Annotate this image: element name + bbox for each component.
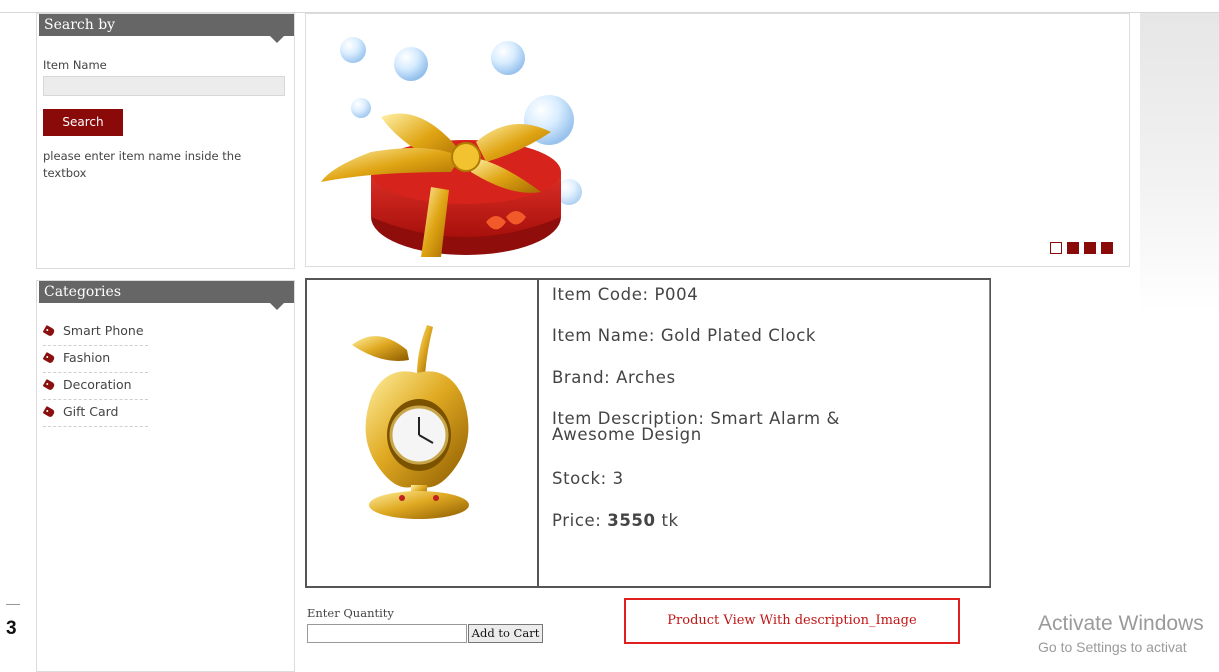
search-panel-header: Search by xyxy=(39,14,294,43)
activate-windows-title: Activate Windows xyxy=(1038,612,1204,635)
slider-dot-2[interactable] xyxy=(1067,242,1079,254)
tag-icon xyxy=(42,352,56,364)
price-label: Price: xyxy=(552,511,608,530)
item-description-line2: Awesome Design xyxy=(552,425,702,444)
item-name-input[interactable] xyxy=(43,76,285,96)
search-panel: Search by Item Name Search please enter … xyxy=(36,13,295,269)
category-item-fashion[interactable]: Fashion xyxy=(42,346,148,373)
gift-box-banner-image xyxy=(321,37,582,257)
category-label: Smart Phone xyxy=(63,323,144,338)
price: Price: 3550 tk xyxy=(552,511,679,530)
slider-dot-4[interactable] xyxy=(1101,242,1113,254)
banner-slider xyxy=(305,13,1130,267)
right-gradient xyxy=(1140,13,1219,313)
search-button[interactable]: Search xyxy=(43,109,123,136)
item-name: Item Name: Gold Plated Clock xyxy=(552,326,817,345)
quantity-label: Enter Quantity xyxy=(307,606,394,620)
activate-windows-subtitle: Go to Settings to activat xyxy=(1038,639,1187,655)
categories-panel-header: Categories xyxy=(39,281,294,310)
category-label: Decoration xyxy=(63,377,132,392)
page-number: 3 xyxy=(6,618,17,639)
table-edge xyxy=(989,280,990,586)
slider-dot-1[interactable] xyxy=(1050,242,1062,254)
categories-panel: Categories Smart Phone Fashion Decoratio… xyxy=(36,280,295,672)
stock: Stock: 3 xyxy=(552,469,624,488)
item-name-label: Item Name xyxy=(43,58,107,72)
price-value: 3550 xyxy=(607,511,656,530)
table-divider xyxy=(537,280,539,586)
add-to-cart-button[interactable]: Add to Cart xyxy=(468,624,543,643)
brand: Brand: Arches xyxy=(552,368,676,387)
category-item-gift-card[interactable]: Gift Card xyxy=(42,400,148,427)
category-label: Gift Card xyxy=(63,404,119,419)
item-code: Item Code: P004 xyxy=(552,285,699,304)
tag-icon xyxy=(42,325,56,337)
slider-dot-3[interactable] xyxy=(1084,242,1096,254)
product-detail-table: Item Code: P004 Item Name: Gold Plated C… xyxy=(305,278,991,588)
gold-clock-product-image xyxy=(352,325,469,519)
tag-icon xyxy=(42,379,56,391)
category-list: Smart Phone Fashion Decoration Gift Card xyxy=(42,319,153,427)
slider-pagination xyxy=(1050,242,1113,254)
category-item-smart-phone[interactable]: Smart Phone xyxy=(42,319,148,346)
page-number-rule xyxy=(6,604,20,605)
price-unit: tk xyxy=(655,511,679,530)
category-label: Fashion xyxy=(63,350,111,365)
search-hint: please enter item name inside the textbo… xyxy=(43,149,242,180)
figure-caption: Product View With description_Image xyxy=(624,598,960,644)
tag-icon xyxy=(42,406,56,418)
quantity-input[interactable] xyxy=(307,624,467,643)
category-item-decoration[interactable]: Decoration xyxy=(42,373,148,400)
